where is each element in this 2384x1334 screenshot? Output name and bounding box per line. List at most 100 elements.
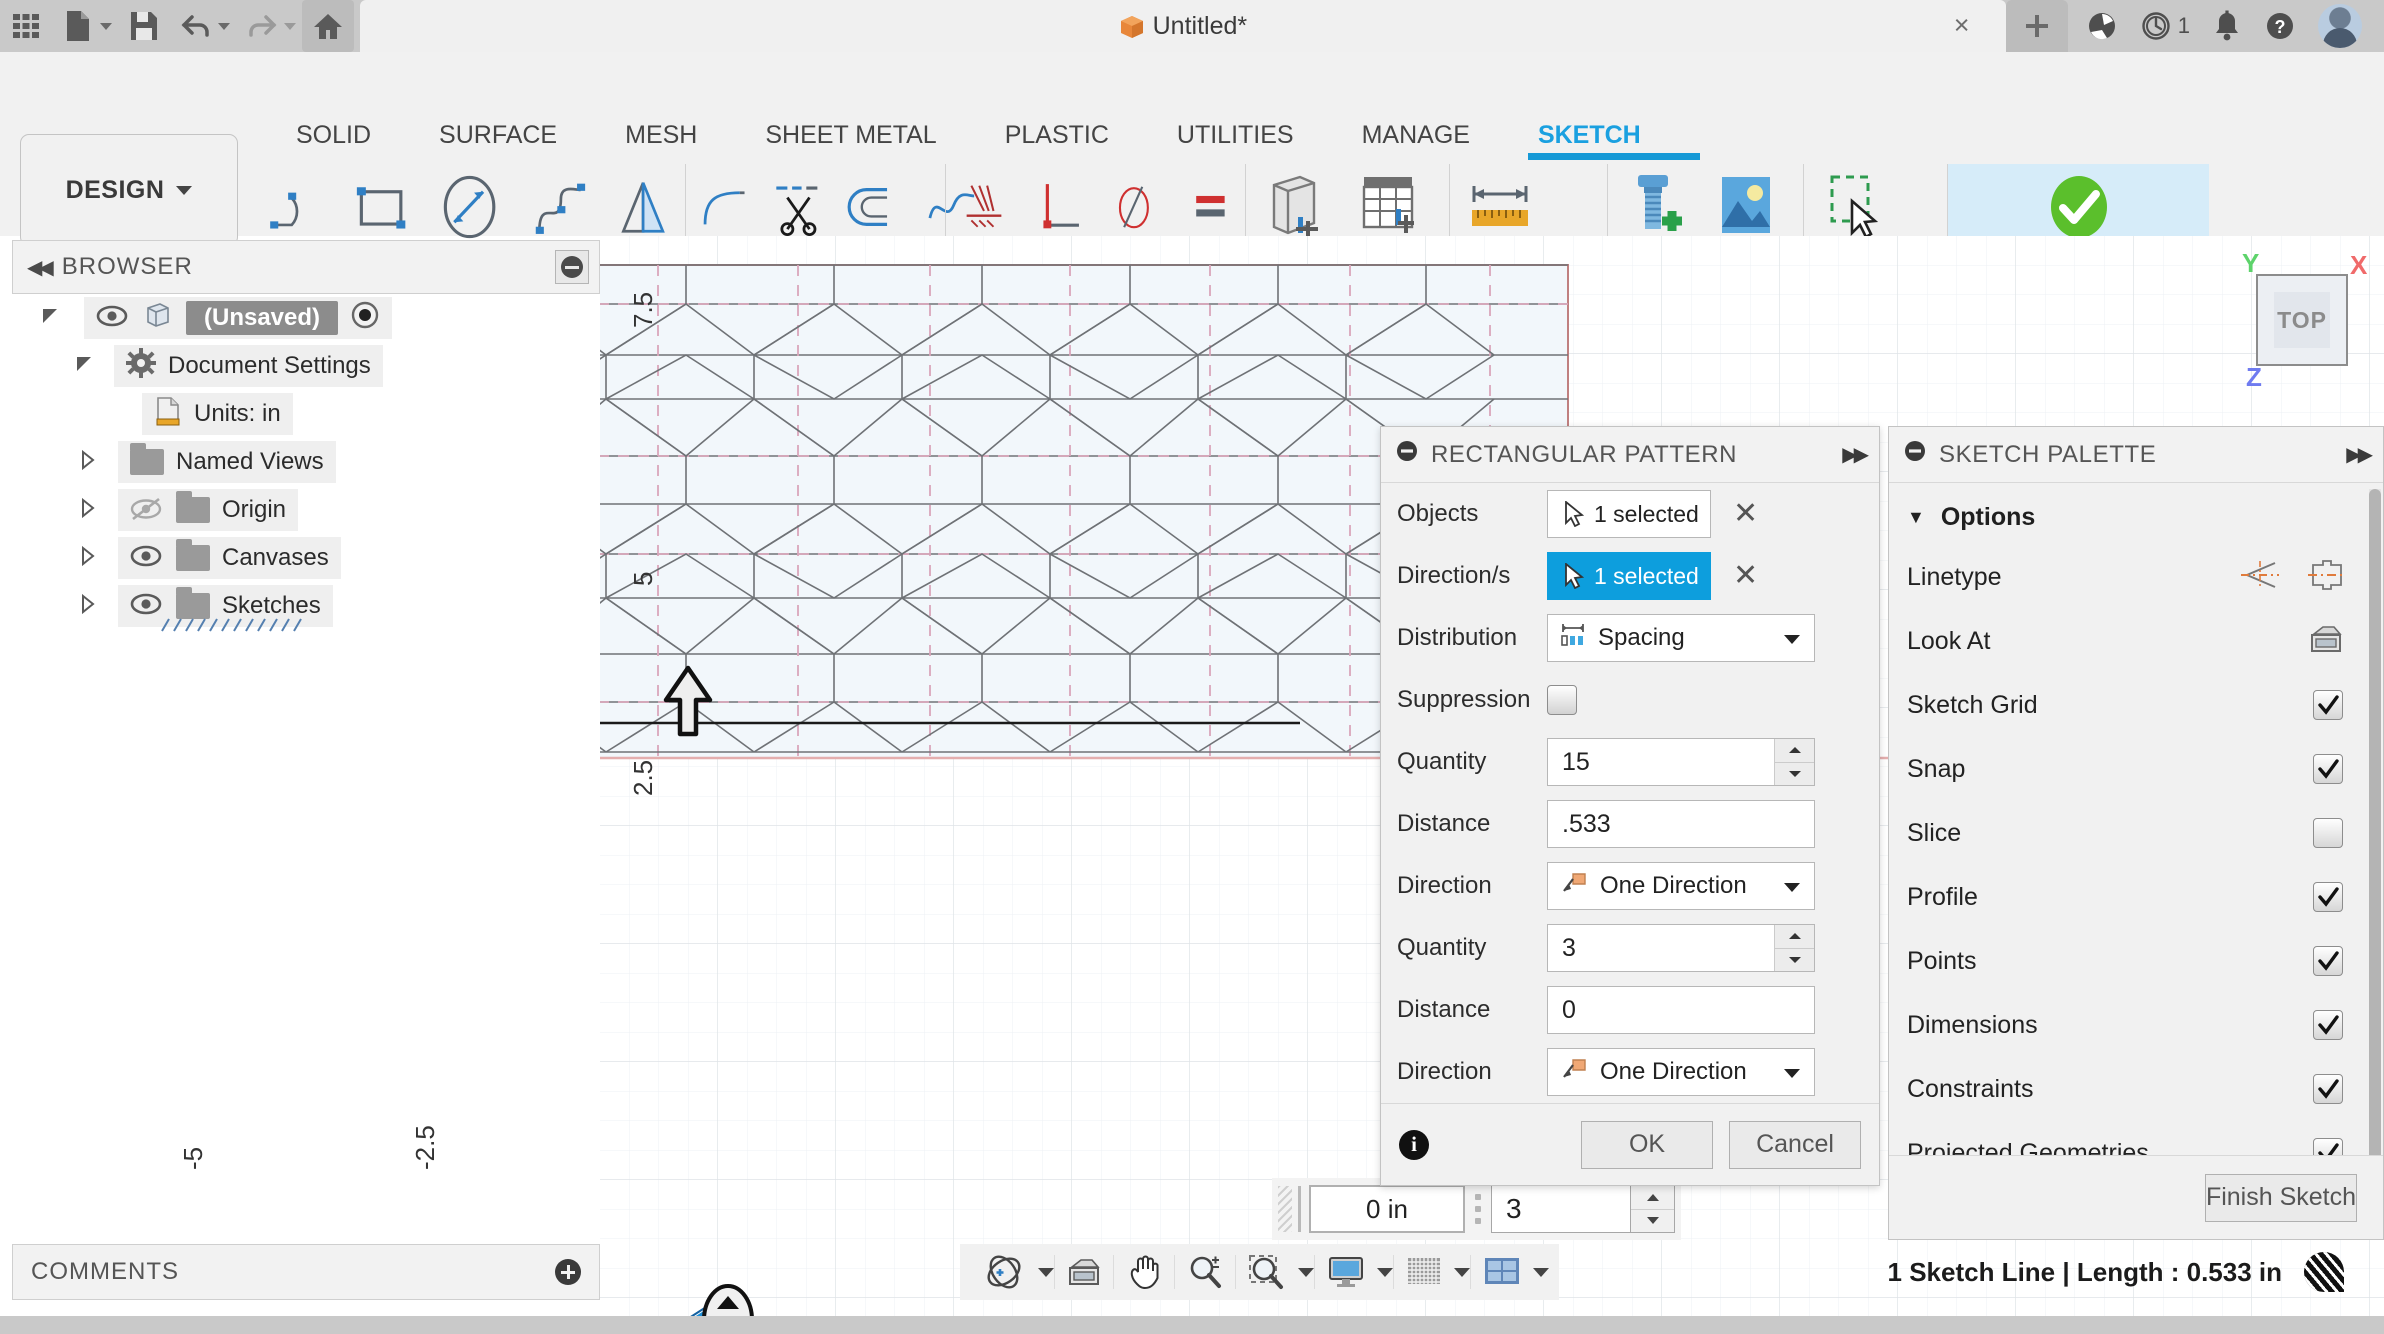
tab-utilities[interactable]: UTILITIES xyxy=(1143,121,1328,160)
distance-2-input[interactable]: 0 xyxy=(1547,986,1815,1034)
direction-2-combo[interactable]: One Direction xyxy=(1547,1048,1815,1096)
palette-expand-icon[interactable]: ▶▶ xyxy=(2346,442,2373,467)
display-settings-icon[interactable] xyxy=(1315,1244,1377,1300)
orbit-caret-icon[interactable] xyxy=(1038,1267,1054,1277)
expander-closed-icon[interactable] xyxy=(78,545,104,571)
view-cube[interactable]: TOP Y X Z xyxy=(2242,248,2367,392)
browser-item-sketches[interactable]: Sketches xyxy=(12,582,600,632)
browser-item-units[interactable]: Units: in xyxy=(12,390,600,438)
grid-snap-icon[interactable] xyxy=(1394,1244,1454,1300)
visibility-hidden-icon[interactable] xyxy=(130,497,164,523)
spinner-down-icon[interactable] xyxy=(1774,761,1814,785)
home-icon[interactable] xyxy=(302,0,354,52)
finish-sketch-button[interactable]: Finish Sketch xyxy=(2204,1173,2357,1222)
value-drag-grip[interactable] xyxy=(1278,1186,1292,1232)
save-icon[interactable] xyxy=(118,0,170,52)
visibility-eye-icon[interactable] xyxy=(96,305,130,331)
expander-open-icon[interactable] xyxy=(40,305,66,331)
cancel-button[interactable]: Cancel xyxy=(1729,1120,1861,1169)
expander-closed-icon[interactable] xyxy=(78,593,104,619)
undo-icon[interactable] xyxy=(170,0,222,52)
viewports-caret-icon[interactable] xyxy=(1533,1267,1549,1277)
dialog-minus-icon[interactable] xyxy=(1903,439,1927,470)
quantity-1-input[interactable]: 15 xyxy=(1547,738,1815,786)
orbit-icon[interactable] xyxy=(970,1244,1038,1300)
job-status-icon[interactable]: 1 xyxy=(2140,10,2190,42)
browser-item-unsaved[interactable]: (Unsaved) xyxy=(12,294,600,342)
section-analysis-icon[interactable] xyxy=(2304,1252,2344,1292)
pan-hand-icon[interactable] xyxy=(1114,1244,1174,1300)
workspace-switcher[interactable]: DESIGN xyxy=(20,134,238,246)
points-checkbox[interactable] xyxy=(2313,946,2343,976)
spline-tool[interactable] xyxy=(517,164,601,250)
browser-item-named-views[interactable]: Named Views xyxy=(12,438,600,486)
quantity-value-input[interactable]: 3 xyxy=(1491,1185,1631,1233)
visibility-eye-icon[interactable] xyxy=(130,593,164,619)
tab-plastic[interactable]: PLASTIC xyxy=(971,121,1143,160)
line-tool[interactable] xyxy=(255,164,339,250)
new-file-caret-icon[interactable] xyxy=(100,22,112,30)
sketch-grid-checkbox[interactable] xyxy=(2313,690,2343,720)
directions-select-field[interactable]: 1 selected xyxy=(1547,552,1711,600)
comments-panel[interactable]: COMMENTS xyxy=(12,1244,600,1300)
display-settings-caret-icon[interactable] xyxy=(1377,1267,1393,1277)
projected-geometries-checkbox[interactable] xyxy=(2313,1138,2343,1155)
dialog-expand-icon[interactable]: ▶▶ xyxy=(1842,442,1869,467)
quantity-value-spinner[interactable] xyxy=(1631,1185,1675,1233)
look-at-icon[interactable] xyxy=(1055,1244,1113,1300)
dialog-minus-icon[interactable] xyxy=(1395,439,1419,470)
spinner-up-icon[interactable] xyxy=(1774,925,1814,948)
app-grid-icon[interactable] xyxy=(0,0,52,52)
tab-surface[interactable]: SURFACE xyxy=(405,121,591,160)
zoom-window-caret-icon[interactable] xyxy=(1298,1267,1314,1277)
constraints-checkbox[interactable] xyxy=(2313,1074,2343,1104)
undo-caret-icon[interactable] xyxy=(218,22,230,30)
distance-1-input[interactable]: .533 xyxy=(1547,800,1815,848)
quantity-1-spinner[interactable] xyxy=(1774,739,1814,785)
spinner-down-icon[interactable] xyxy=(1631,1208,1674,1233)
browser-item-canvases[interactable]: Canvases xyxy=(12,534,600,582)
quantity-2-spinner[interactable] xyxy=(1774,925,1814,971)
expander-closed-icon[interactable] xyxy=(78,449,104,475)
distance-value-input[interactable]: 0 in xyxy=(1309,1185,1465,1233)
spinner-down-icon[interactable] xyxy=(1774,947,1814,971)
dimensions-checkbox[interactable] xyxy=(2313,1010,2343,1040)
expander-open-icon[interactable] xyxy=(74,353,100,379)
tab-sheet-metal[interactable]: SHEET METAL xyxy=(731,121,970,160)
snap-checkbox[interactable] xyxy=(2313,754,2343,784)
close-icon[interactable]: × xyxy=(1954,12,1978,39)
profile-checkbox[interactable] xyxy=(2313,882,2343,912)
zoom-icon[interactable] xyxy=(1175,1244,1235,1300)
zoom-window-icon[interactable] xyxy=(1236,1244,1298,1300)
distribution-combo[interactable]: Spacing xyxy=(1547,614,1815,662)
tab-manage[interactable]: MANAGE xyxy=(1328,121,1504,160)
tab-mesh[interactable]: MESH xyxy=(591,121,731,160)
browser-minimize-button[interactable] xyxy=(555,250,589,284)
spinner-up-icon[interactable] xyxy=(1631,1186,1674,1209)
directions-clear-icon[interactable]: ✕ xyxy=(1733,561,1758,591)
ok-button[interactable]: OK xyxy=(1581,1120,1713,1169)
redo-icon[interactable] xyxy=(236,0,288,52)
viewports-icon[interactable] xyxy=(1471,1244,1533,1300)
objects-clear-icon[interactable]: ✕ xyxy=(1733,499,1758,529)
construction-linetype-icon[interactable] xyxy=(2239,559,2281,596)
document-tab[interactable]: Untitled* × xyxy=(360,0,2006,52)
tab-solid[interactable]: SOLID xyxy=(262,121,405,160)
rectangle-tool[interactable] xyxy=(339,164,423,250)
centerline-linetype-icon[interactable] xyxy=(2307,559,2343,596)
grid-snap-caret-icon[interactable] xyxy=(1454,1267,1470,1277)
collapse-left-icon[interactable]: ◀◀ xyxy=(27,255,54,280)
info-icon[interactable]: i xyxy=(1399,1129,1429,1160)
browser-item-origin[interactable]: Origin xyxy=(12,486,600,534)
add-comment-icon[interactable] xyxy=(555,1259,581,1285)
account-avatar[interactable] xyxy=(2318,4,2362,48)
circle-tool[interactable] xyxy=(423,164,516,250)
extensions-icon[interactable] xyxy=(2086,10,2118,42)
notifications-bell-icon[interactable] xyxy=(2212,10,2242,42)
expander-closed-icon[interactable] xyxy=(78,497,104,523)
manipulator-group[interactable] xyxy=(640,646,770,886)
new-file-icon[interactable] xyxy=(52,0,104,52)
palette-scrollbar-thumb[interactable] xyxy=(2369,489,2381,1155)
look-at-icon[interactable] xyxy=(2309,624,2343,659)
slice-checkbox[interactable] xyxy=(2313,818,2343,848)
